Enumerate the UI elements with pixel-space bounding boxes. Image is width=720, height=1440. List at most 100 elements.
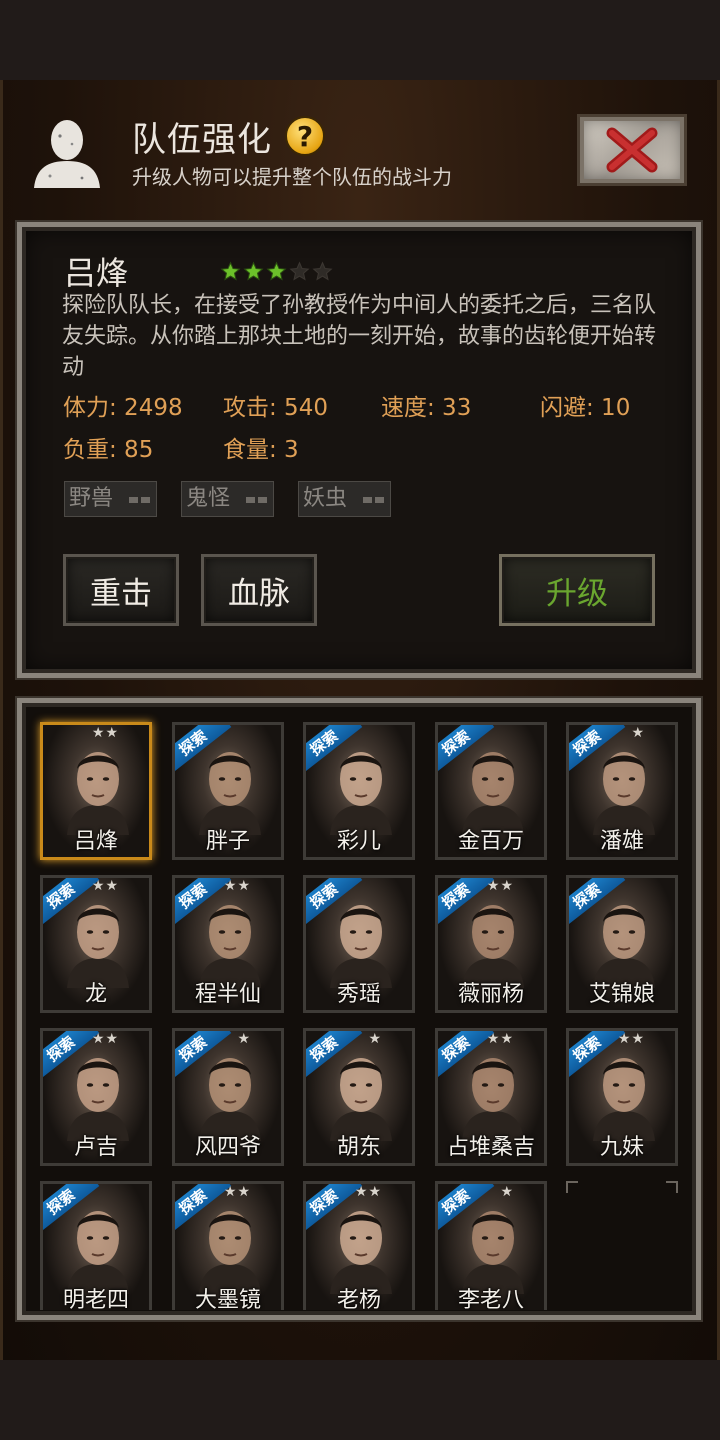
roster-card[interactable]: 探索 ★★ 卢吉 bbox=[40, 1028, 152, 1166]
stat-hp: 体力: 2498 bbox=[63, 395, 183, 421]
tag-level-pip bbox=[363, 497, 384, 503]
close-button[interactable] bbox=[577, 114, 687, 186]
roster-card[interactable]: 探索 ★★ 大墨镜 bbox=[172, 1181, 284, 1310]
tag-insect[interactable]: 妖虫 bbox=[298, 481, 391, 517]
character-portrait bbox=[330, 905, 392, 988]
roster-card[interactable]: 探索 ★ 潘雄 bbox=[566, 722, 678, 860]
card-star-rating: ★★ bbox=[223, 1184, 251, 1200]
team-avatar-icon bbox=[30, 116, 104, 188]
card-star-rating: ★★ bbox=[91, 878, 119, 894]
roster-card[interactable]: 探索 ★★ 龙 bbox=[40, 875, 152, 1013]
stat-dodge: 闪避: 10 bbox=[540, 395, 631, 421]
card-star-rating: ★★ bbox=[486, 878, 514, 894]
bloodline-button[interactable]: 血脉 bbox=[201, 554, 317, 626]
character-portrait bbox=[462, 1211, 524, 1294]
page-subtitle: 升级人物可以提升整个队伍的战斗力 bbox=[132, 165, 452, 189]
tag-level-pip bbox=[129, 497, 150, 503]
roster-grid[interactable]: ★★ 吕烽 探索 胖子 探索 彩儿 探索 金百万 探索 ★ 潘雄 探索 ★★ 龙探索 ★★ 程半仙 探索 秀瑶 探索… bbox=[22, 704, 696, 1310]
roster-card[interactable]: 探索 ★★ 老杨 bbox=[303, 1181, 415, 1310]
character-portrait bbox=[330, 752, 392, 835]
roster-card[interactable]: 探索 胖子 bbox=[172, 722, 284, 860]
character-portrait bbox=[330, 1058, 392, 1141]
stat-attack: 攻击: 540 bbox=[223, 395, 328, 421]
empty-roster-slot bbox=[566, 1181, 678, 1310]
character-portrait bbox=[462, 752, 524, 835]
character-portrait bbox=[67, 752, 129, 835]
character-portrait bbox=[593, 905, 655, 988]
roster-card[interactable]: 探索 ★★ 程半仙 bbox=[172, 875, 284, 1013]
character-star-rating bbox=[220, 261, 333, 282]
roster-card-name: 吕烽 bbox=[73, 829, 118, 854]
roster-card-name: 占堆桑吉 bbox=[446, 1135, 535, 1160]
roster-card-name: 彩儿 bbox=[336, 829, 381, 854]
star-empty-icon bbox=[289, 261, 310, 281]
roster-card-name: 程半仙 bbox=[194, 982, 261, 1007]
character-portrait bbox=[199, 905, 261, 988]
roster-card[interactable]: 探索 金百万 bbox=[435, 722, 547, 860]
card-star-rating: ★★ bbox=[486, 1031, 514, 1047]
roster-card-name: 卢吉 bbox=[73, 1135, 118, 1160]
tag-label: 妖虫 bbox=[303, 486, 348, 511]
help-icon[interactable]: ? bbox=[285, 116, 325, 156]
stat-food: 食量: 3 bbox=[223, 437, 299, 463]
tag-beast[interactable]: 野兽 bbox=[64, 481, 157, 517]
card-star-rating: ★ bbox=[631, 725, 645, 741]
star-empty-icon bbox=[312, 261, 333, 281]
star-filled-icon bbox=[243, 261, 264, 281]
card-star-rating: ★★ bbox=[91, 725, 119, 741]
character-portrait bbox=[67, 905, 129, 988]
card-star-rating: ★ bbox=[237, 1031, 251, 1047]
roster-card-name: 胡东 bbox=[336, 1135, 381, 1160]
roster-card-name: 龙 bbox=[84, 982, 107, 1007]
roster-card[interactable]: 探索 彩儿 bbox=[303, 722, 415, 860]
roster-card[interactable]: 探索 艾锦娘 bbox=[566, 875, 678, 1013]
roster-card[interactable]: 探索 明老四 bbox=[40, 1181, 152, 1310]
tag-label: 野兽 bbox=[69, 486, 114, 511]
roster-card-name: 李老八 bbox=[457, 1288, 524, 1310]
card-star-rating: ★ bbox=[368, 1031, 382, 1047]
roster-card-name: 秀瑶 bbox=[336, 982, 381, 1007]
character-portrait bbox=[593, 752, 655, 835]
card-star-rating: ★★ bbox=[91, 1031, 119, 1047]
roster-card-name: 九妹 bbox=[599, 1135, 644, 1160]
roster-card[interactable]: 探索 ★★ 薇丽杨 bbox=[435, 875, 547, 1013]
character-portrait bbox=[67, 1211, 129, 1294]
card-star-rating: ★★ bbox=[617, 1031, 645, 1047]
slot-corner bbox=[566, 1181, 578, 1193]
roster-card[interactable]: 探索 ★ 李老八 bbox=[435, 1181, 547, 1310]
roster-card[interactable]: 探索 ★ 风四爷 bbox=[172, 1028, 284, 1166]
upgrade-button[interactable]: 升级 bbox=[499, 554, 655, 626]
roster-card[interactable]: 探索 ★★ 占堆桑吉 bbox=[435, 1028, 547, 1166]
character-portrait bbox=[199, 1058, 261, 1141]
character-portrait bbox=[199, 752, 261, 835]
roster-card-name: 老杨 bbox=[336, 1288, 381, 1310]
page-title: 队伍强化 bbox=[132, 120, 272, 160]
roster-card-name: 潘雄 bbox=[599, 829, 644, 854]
heavy-strike-button[interactable]: 重击 bbox=[63, 554, 179, 626]
roster-card-name: 大墨镜 bbox=[194, 1288, 261, 1310]
roster-card-name: 薇丽杨 bbox=[457, 982, 524, 1007]
star-filled-icon bbox=[220, 261, 241, 281]
roster-card-name: 金百万 bbox=[457, 829, 524, 854]
tag-ghost[interactable]: 鬼怪 bbox=[181, 481, 274, 517]
card-star-rating: ★★ bbox=[223, 878, 251, 894]
character-portrait bbox=[199, 1211, 261, 1294]
character-portrait bbox=[593, 1058, 655, 1141]
card-star-rating: ★★ bbox=[354, 1184, 382, 1200]
card-star-rating: ★ bbox=[500, 1184, 514, 1200]
stat-speed: 速度: 33 bbox=[381, 395, 472, 421]
roster-card-name: 明老四 bbox=[62, 1288, 129, 1310]
roster-card[interactable]: 探索 秀瑶 bbox=[303, 875, 415, 1013]
roster-card-name: 风四爷 bbox=[194, 1135, 261, 1160]
character-portrait bbox=[330, 1211, 392, 1294]
character-name: 吕烽 bbox=[64, 254, 129, 292]
roster-card[interactable]: 探索 ★★ 九妹 bbox=[566, 1028, 678, 1166]
roster-card[interactable]: 探索 ★ 胡东 bbox=[303, 1028, 415, 1166]
character-portrait bbox=[462, 1058, 524, 1141]
tag-level-pip bbox=[246, 497, 267, 503]
star-filled-icon bbox=[266, 261, 287, 281]
roster-card[interactable]: ★★ 吕烽 bbox=[40, 722, 152, 860]
character-portrait bbox=[462, 905, 524, 988]
character-portrait bbox=[67, 1058, 129, 1141]
character-description: 探险队队长，在接受了孙教授作为中间人的委托之后，三名队友失踪。从你踏上那块土地的… bbox=[62, 293, 657, 380]
